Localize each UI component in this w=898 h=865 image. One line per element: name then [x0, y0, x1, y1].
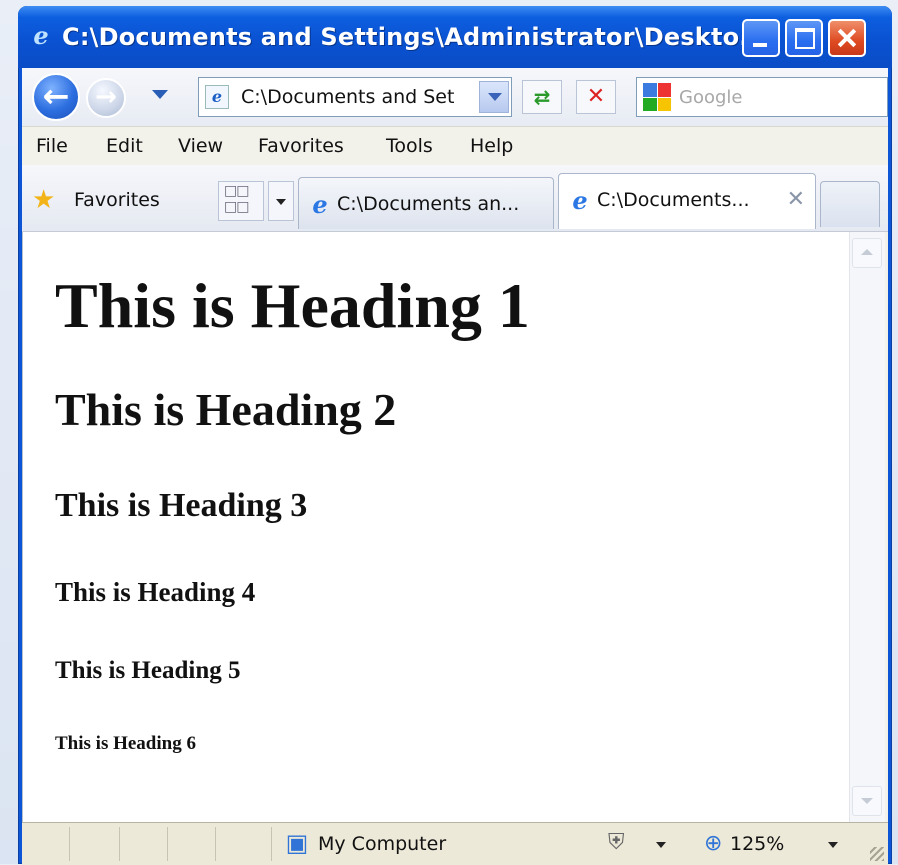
close-button[interactable] — [828, 19, 866, 57]
title-bar[interactable]: e C:\Documents and Settings\Administrato… — [18, 6, 892, 68]
recent-pages-dropdown[interactable] — [152, 90, 168, 99]
stop-button[interactable]: ✕ — [576, 80, 616, 114]
refresh-button[interactable]: ⇄ — [522, 80, 562, 114]
status-segment — [168, 827, 216, 861]
browser-window: e C:\Documents and Settings\Administrato… — [18, 6, 892, 865]
quick-tabs-button[interactable] — [218, 181, 264, 221]
ie-logo-icon: e — [572, 186, 588, 215]
resize-grip[interactable] — [870, 847, 884, 861]
menu-bar: File Edit View Favorites Tools Help — [22, 126, 888, 166]
search-box[interactable] — [636, 77, 888, 117]
status-bar: ▣ My Computer ⛨ ⊕ 125% — [22, 822, 888, 865]
ie-logo-icon: e — [312, 190, 328, 219]
navigation-bar: e C:\Documents and Set ⇄ ✕ — [22, 68, 888, 126]
menu-file[interactable]: File — [36, 127, 68, 165]
shield-icon[interactable]: ⛨ — [608, 828, 638, 858]
status-segment — [216, 827, 272, 861]
vertical-scrollbar[interactable] — [849, 232, 885, 822]
maximize-icon — [787, 21, 821, 55]
tab-1[interactable]: e C:\Documents an... — [298, 177, 554, 229]
tab-label: C:\Documents... — [597, 189, 750, 211]
scroll-up-button[interactable] — [852, 238, 882, 268]
page-icon: e — [205, 85, 229, 109]
tab-2[interactable]: e C:\Documents... ✕ — [558, 173, 816, 229]
window-title: C:\Documents and Settings\Administrator\… — [62, 23, 768, 51]
address-dropdown-button[interactable] — [479, 81, 509, 113]
forward-button[interactable] — [86, 78, 126, 118]
menu-tools[interactable]: Tools — [386, 127, 433, 165]
protected-mode-dropdown[interactable] — [656, 842, 666, 848]
address-bar[interactable]: e C:\Documents and Set — [198, 77, 512, 117]
star-icon[interactable]: ★ — [32, 186, 55, 214]
address-input[interactable]: C:\Documents and Set — [241, 78, 471, 116]
computer-icon: ▣ — [285, 829, 309, 857]
status-segment — [120, 827, 168, 861]
browser-frame: e C:\Documents and Set ⇄ ✕ File Edit Vie… — [22, 68, 888, 865]
heading-4: This is Heading 4 — [55, 577, 256, 607]
status-segment — [22, 827, 70, 861]
google-logo-icon — [643, 83, 671, 111]
menu-edit[interactable]: Edit — [106, 127, 143, 165]
menu-view[interactable]: View — [178, 127, 223, 165]
zoom-level[interactable]: 125% — [730, 827, 784, 861]
heading-5: This is Heading 5 — [55, 657, 241, 684]
new-tab-button[interactable] — [820, 181, 880, 227]
tab-label: C:\Documents an... — [337, 193, 520, 215]
tab-list-dropdown[interactable] — [268, 181, 294, 221]
status-segment — [70, 827, 120, 861]
back-button[interactable] — [32, 73, 80, 121]
ie-logo-icon: e — [33, 21, 49, 50]
security-zone[interactable]: My Computer — [318, 827, 446, 861]
heading-1: This is Heading 1 — [55, 270, 530, 341]
minimize-button[interactable] — [742, 19, 780, 57]
favorites-button[interactable]: Favorites — [74, 185, 160, 215]
minimize-icon — [744, 21, 778, 55]
search-input[interactable] — [679, 82, 879, 112]
menu-favorites[interactable]: Favorites — [258, 127, 344, 165]
zoom-dropdown[interactable] — [828, 842, 838, 848]
menu-help[interactable]: Help — [470, 127, 513, 165]
close-tab-icon[interactable]: ✕ — [787, 186, 805, 214]
heading-2: This is Heading 2 — [55, 384, 397, 435]
favorites-bar: ★ Favorites e C:\Documents an... e C:\Do… — [22, 165, 888, 232]
page-content: This is Heading 1 This is Heading 2 This… — [22, 232, 885, 822]
heading-3: This is Heading 3 — [55, 487, 308, 524]
zoom-icon: ⊕ — [704, 831, 723, 856]
scroll-down-button[interactable] — [852, 786, 882, 816]
maximize-button[interactable] — [785, 19, 823, 57]
close-icon — [830, 21, 864, 55]
heading-6: This is Heading 6 — [55, 733, 196, 754]
